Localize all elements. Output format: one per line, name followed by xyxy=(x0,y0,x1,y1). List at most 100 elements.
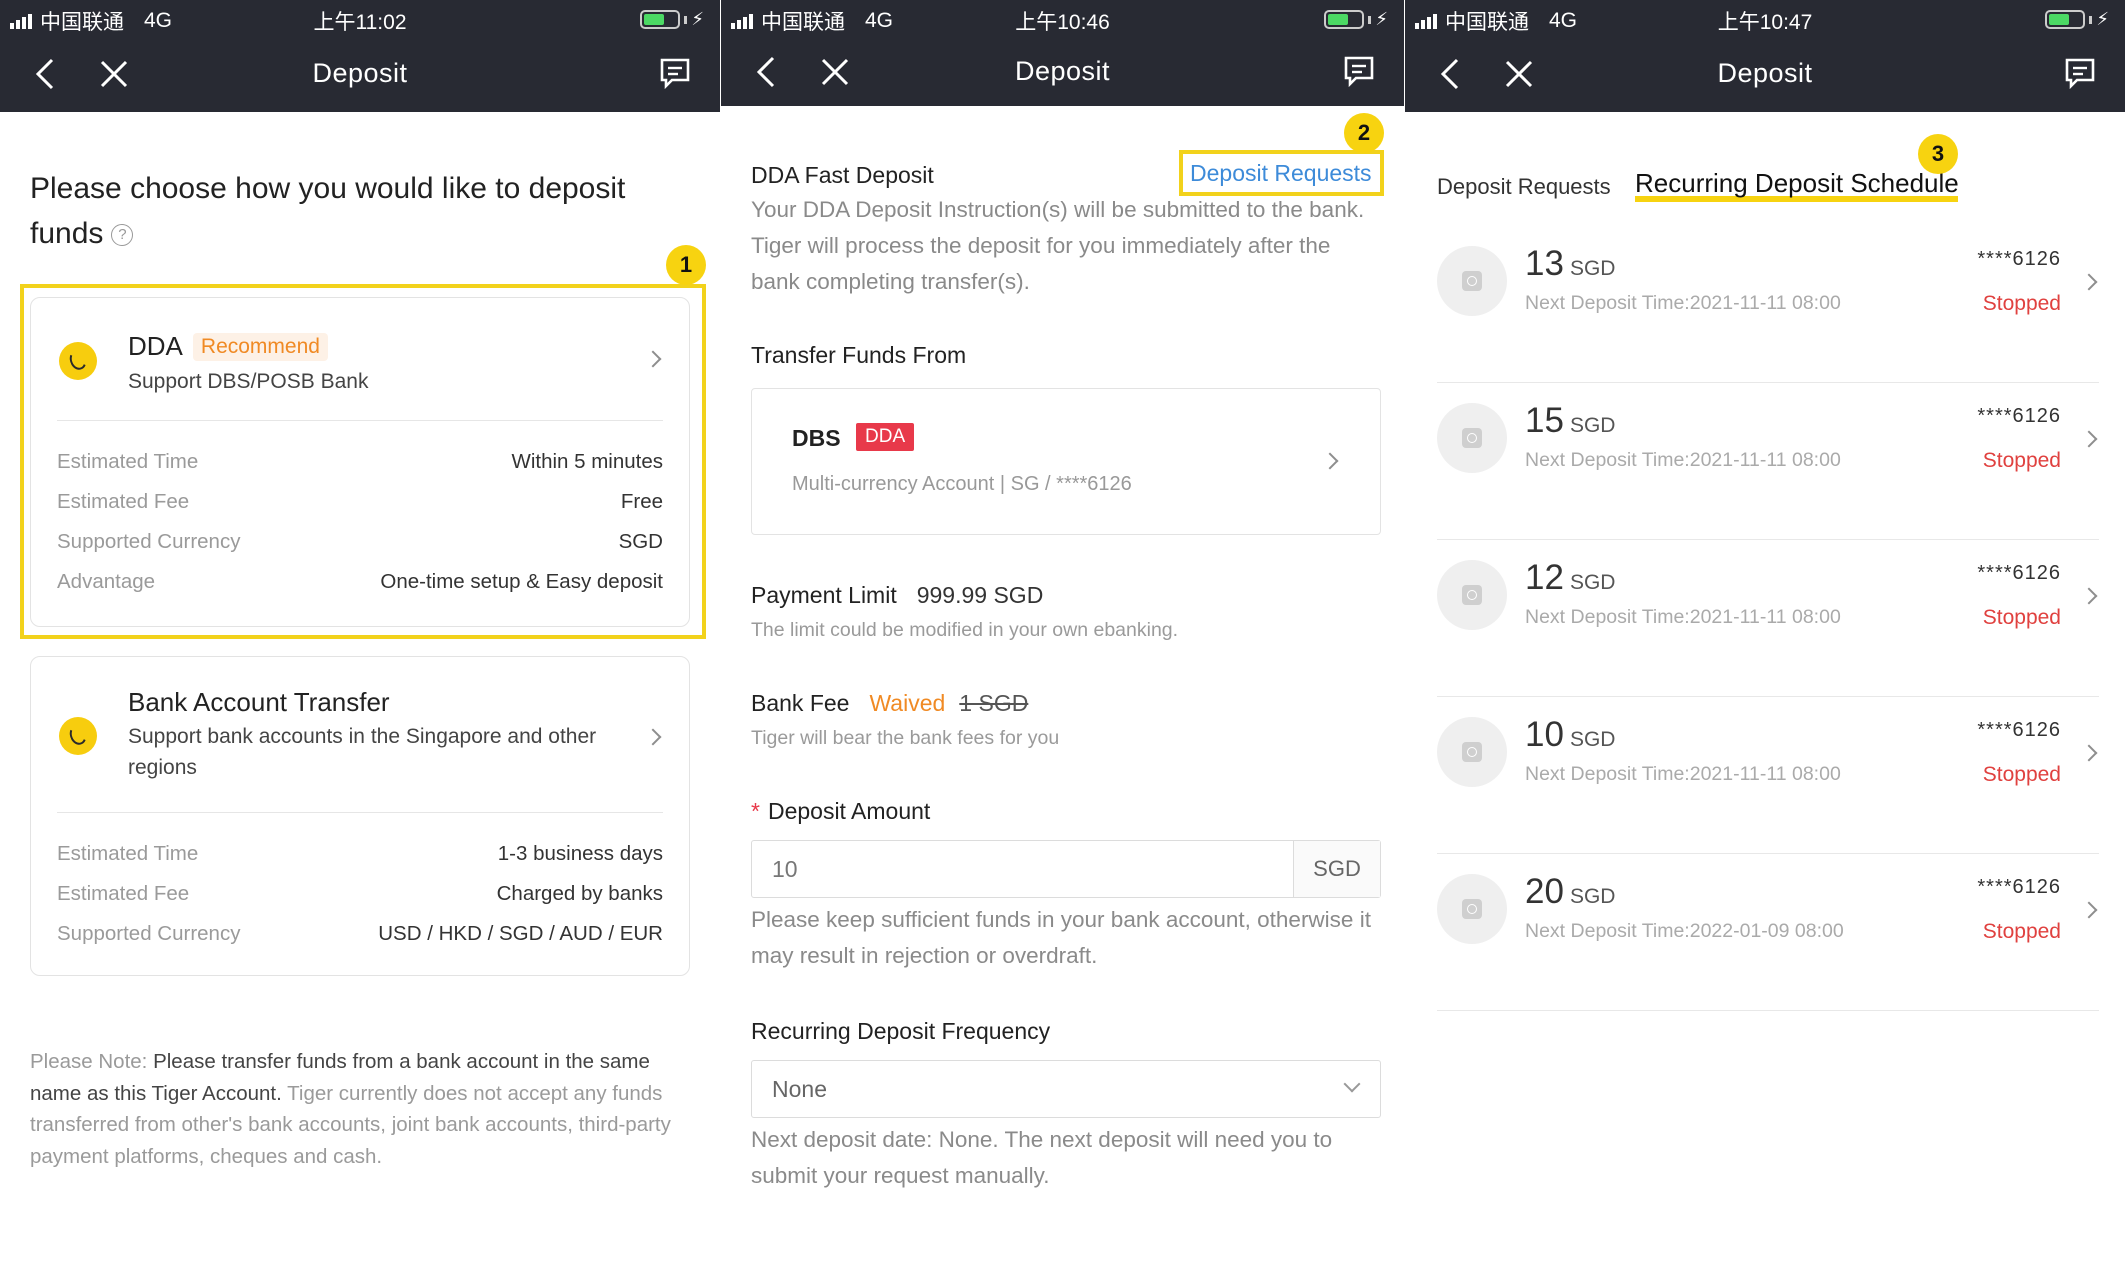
record-account: ****6126 xyxy=(1977,876,2061,898)
record-amount: 20 SGD xyxy=(1525,872,1616,911)
screen-dda-deposit: 中国联通 4G 上午10:46 ⚡ Deposit DDA Fast Depos… xyxy=(721,0,1404,1280)
record-next-time: Next Deposit Time:2021-11-11 08:00 xyxy=(1525,292,1841,314)
bank-fee-row: Bank Fee Waived 1 SGD xyxy=(751,690,1029,716)
list-item[interactable]: 10 SGD Next Deposit Time:2021-11-11 08:00… xyxy=(1437,697,2099,854)
status-badge: Stopped xyxy=(1982,292,2061,315)
screen-recurring-schedule: 中国联通 4G 上午10:47 ⚡ Deposit Deposit Reques… xyxy=(1405,0,2125,1280)
deposit-record-icon xyxy=(1437,403,1507,473)
recommend-badge: Recommend xyxy=(192,333,328,361)
dda-coin-icon xyxy=(59,342,97,380)
status-badge: Stopped xyxy=(1982,763,2061,786)
chevron-right-icon[interactable] xyxy=(1321,452,1339,470)
method-title-dda: DDA Recommend xyxy=(128,331,328,362)
dda-description: Your DDA Deposit Instruction(s) will be … xyxy=(751,197,1365,294)
frequency-value: None xyxy=(772,1076,827,1102)
record-next-time: Next Deposit Time:2021-11-11 08:00 xyxy=(1525,763,1841,785)
fee-original-strikethrough: 1 SGD xyxy=(959,690,1029,716)
top-bar: 中国联通 4G 上午10:47 ⚡ Deposit xyxy=(1405,0,2125,112)
tab-deposit-requests[interactable]: Deposit Requests xyxy=(1437,174,1611,200)
callout-badge-2: 2 xyxy=(1344,113,1384,153)
method-title-bank-transfer: Bank Account Transfer xyxy=(128,687,390,717)
record-amount: 13 SGD xyxy=(1525,244,1616,283)
status-badge: Stopped xyxy=(1982,920,2061,943)
transfer-from-label: Transfer Funds From xyxy=(751,342,967,368)
record-next-time: Next Deposit Time:2021-11-11 08:00 xyxy=(1525,449,1841,471)
page-title: Deposit xyxy=(1717,58,1813,88)
frequency-select[interactable]: None xyxy=(751,1060,1381,1118)
method-card-dda[interactable]: DDA Recommend Support DBS/POSB Bank Estim… xyxy=(30,297,690,627)
record-amount: 10 SGD xyxy=(1525,715,1616,754)
nav-bar: Deposit xyxy=(721,40,1404,104)
top-bar: 中国联通 4G 上午11:02 ⚡ Deposit xyxy=(0,0,720,112)
record-amount: 12 SGD xyxy=(1525,558,1616,597)
payment-limit-note: The limit could be modified in your own … xyxy=(751,619,1179,641)
record-amount: 15 SGD xyxy=(1525,401,1616,440)
source-bank-selector[interactable]: DBS DDA Multi-currency Account | SG / **… xyxy=(751,388,1381,535)
page-title: Deposit xyxy=(312,58,408,88)
deposit-record-icon xyxy=(1437,717,1507,787)
screen-deposit-methods: 中国联通 4G 上午11:02 ⚡ Deposit Please choose … xyxy=(0,0,720,1280)
frequency-note: Next deposit date: None. The next deposi… xyxy=(751,1127,1333,1188)
chevron-right-icon[interactable] xyxy=(644,728,662,746)
currency-unit: SGD xyxy=(1293,841,1380,897)
list-item[interactable]: 20 SGD Next Deposit Time:2022-01-09 08:00… xyxy=(1437,854,2099,1011)
list-item[interactable]: 15 SGD Next Deposit Time:2021-11-11 08:00… xyxy=(1437,383,2099,540)
nav-bar: Deposit xyxy=(1405,42,2125,106)
message-icon[interactable] xyxy=(658,56,692,90)
payment-limit-row: Payment Limit 999.99 SGD xyxy=(751,582,1044,608)
info-row: Estimated Time 1-3 business days xyxy=(57,842,663,865)
deposit-amount-label: * Deposit Amount xyxy=(751,798,931,824)
info-row: Estimated Fee Charged by banks xyxy=(57,882,663,905)
callout-badge-1: 1 xyxy=(666,245,706,285)
status-time: 上午10:46 xyxy=(1015,11,1110,34)
status-bar: 中国联通 4G 上午10:47 ⚡ xyxy=(1405,0,2125,36)
chevron-right-icon[interactable] xyxy=(644,350,662,368)
dda-fast-deposit-title: DDA Fast Deposit xyxy=(751,162,934,188)
status-bar: 中国联通 4G 上午10:46 ⚡ xyxy=(721,0,1404,36)
record-account: ****6126 xyxy=(1977,405,2061,427)
info-row: Advantage One-time setup & Easy deposit xyxy=(57,570,663,593)
list-item[interactable]: 13 SGD Next Deposit Time:2021-11-11 08:00… xyxy=(1437,226,2099,383)
battery-icon: ⚡ xyxy=(640,9,704,30)
deposit-requests-link[interactable]: Deposit Requests xyxy=(1190,160,1372,187)
record-next-time: Next Deposit Time:2022-01-09 08:00 xyxy=(1525,920,1844,942)
record-account: ****6126 xyxy=(1977,562,2061,584)
list-item[interactable]: 12 SGD Next Deposit Time:2021-11-11 08:00… xyxy=(1437,540,2099,697)
payment-limit-value: 999.99 SGD xyxy=(916,582,1044,608)
deposit-record-icon xyxy=(1437,560,1507,630)
record-account: ****6126 xyxy=(1977,248,2061,270)
chevron-right-icon[interactable] xyxy=(2080,744,2098,762)
method-subtitle-bank-transfer: Support bank accounts in the Singapore a… xyxy=(128,725,597,779)
required-mark: * xyxy=(751,798,760,824)
deposit-amount-input[interactable]: 10 SGD xyxy=(751,840,1381,898)
dda-tag: DDA xyxy=(856,423,915,451)
chevron-right-icon[interactable] xyxy=(2080,901,2098,919)
deposit-amount-note: Please keep sufficient funds in your ban… xyxy=(751,907,1371,968)
tab-recurring-schedule[interactable]: Recurring Deposit Schedule xyxy=(1635,168,1959,199)
message-icon[interactable] xyxy=(1342,54,1376,88)
fee-waived-text: Waived xyxy=(869,690,946,716)
divider xyxy=(57,812,663,813)
chevron-down-icon xyxy=(1343,1075,1361,1093)
frequency-label: Recurring Deposit Frequency xyxy=(751,1018,1051,1044)
divider xyxy=(57,420,663,421)
callout-badge-3: 3 xyxy=(1918,134,1958,174)
help-icon[interactable]: ? xyxy=(111,224,134,247)
record-account: ****6126 xyxy=(1977,719,2061,741)
chevron-right-icon[interactable] xyxy=(2080,430,2098,448)
chevron-right-icon[interactable] xyxy=(2080,587,2098,605)
info-row: Estimated Fee Free xyxy=(57,490,663,513)
message-icon[interactable] xyxy=(2063,56,2097,90)
info-row: Supported Currency USD / HKD / SGD / AUD … xyxy=(57,922,663,945)
method-subtitle-dda: Support DBS/POSB Bank xyxy=(128,370,369,393)
choose-method-heading: Please choose how you would like to depo… xyxy=(30,172,626,250)
battery-icon: ⚡ xyxy=(1324,9,1388,30)
bank-transfer-coin-icon xyxy=(59,717,97,755)
info-row: Estimated Time Within 5 minutes xyxy=(57,450,663,473)
bank-fee-note: Tiger will bear the bank fees for you xyxy=(751,727,1060,749)
bank-name: DBS xyxy=(792,425,841,451)
method-card-bank-transfer[interactable]: Bank Account Transfer Support bank accou… xyxy=(30,656,690,976)
top-bar: 中国联通 4G 上午10:46 ⚡ Deposit xyxy=(721,0,1404,106)
chevron-right-icon[interactable] xyxy=(2080,273,2098,291)
status-time: 上午11:02 xyxy=(313,11,407,34)
